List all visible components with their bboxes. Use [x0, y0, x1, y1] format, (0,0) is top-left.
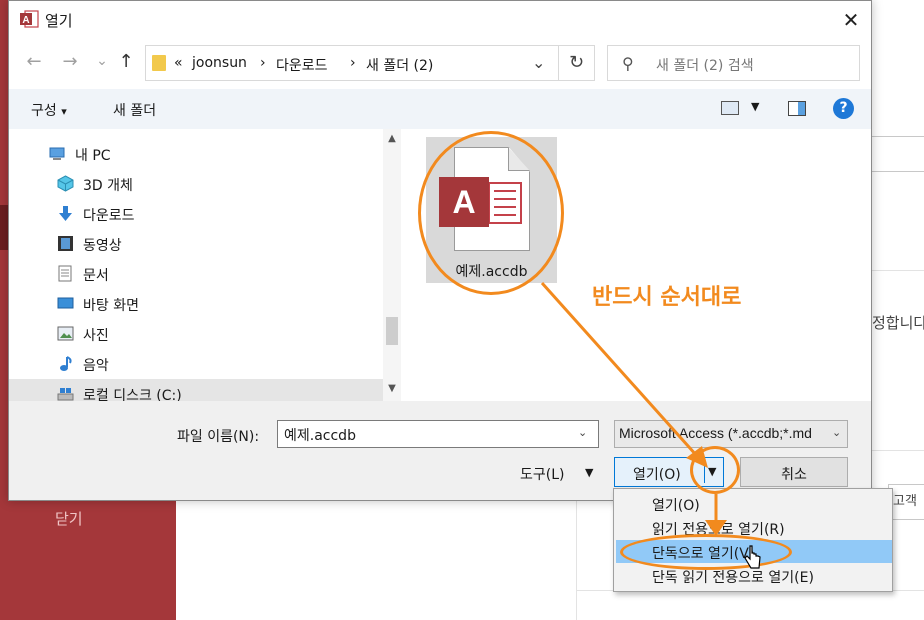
nav-item-downloads[interactable]: 다운로드: [57, 199, 397, 229]
document-icon: [58, 265, 72, 282]
annotation-ring-exclusive: [620, 534, 792, 570]
nav-item-3d-objects[interactable]: 3D 개체: [57, 169, 397, 199]
drive-icon: [57, 388, 74, 401]
chevron-down-icon[interactable]: ⌄: [532, 53, 545, 72]
up-arrow-icon[interactable]: ↑: [115, 51, 137, 72]
music-note-icon: [60, 356, 72, 371]
new-folder-button[interactable]: 새 폴더: [113, 100, 156, 120]
menu-item-label: 열기(O): [652, 498, 700, 514]
open-button-label[interactable]: 열기(O): [633, 464, 681, 484]
download-arrow-icon: [59, 206, 72, 221]
menu-item-open[interactable]: 열기(O): [616, 492, 892, 515]
background-text-fragment: 고객: [893, 494, 917, 509]
annotation-text: 반드시 순서대로: [592, 285, 742, 310]
nav-item-label: 내 PC: [75, 148, 111, 164]
nav-item-label: 3D 개체: [83, 178, 133, 194]
organize-menu-button[interactable]: 구성 ▾: [31, 100, 67, 120]
scrollbar-thumb[interactable]: [386, 317, 398, 345]
help-icon[interactable]: ?: [833, 98, 854, 119]
refresh-icon[interactable]: ↻: [559, 45, 595, 81]
dialog-titlebar[interactable]: A 열기 ✕: [9, 1, 871, 39]
breadcrumb-overflow[interactable]: «: [174, 55, 183, 71]
nav-item-label: 다운로드: [83, 208, 135, 224]
breadcrumb-item[interactable]: 다운로드: [276, 55, 328, 75]
breadcrumb-item[interactable]: 새 폴더 (2): [366, 55, 433, 75]
dialog-title: 열기: [45, 12, 73, 30]
chevron-down-icon[interactable]: ▼: [751, 100, 759, 113]
search-placeholder: 새 폴더 (2) 검색: [656, 58, 754, 74]
nav-item-label: 음악: [83, 358, 109, 374]
background-close-menu-item[interactable]: 닫기: [55, 508, 83, 529]
annotation-ring-file: [418, 131, 564, 295]
nav-item-documents[interactable]: 문서: [57, 259, 397, 289]
search-input[interactable]: ⚲ 새 폴더 (2) 검색: [607, 45, 860, 81]
background-input: [870, 136, 924, 172]
breadcrumb-item[interactable]: joonsun: [192, 55, 247, 71]
preview-pane-icon[interactable]: [788, 101, 806, 116]
picture-icon: [57, 326, 74, 341]
chevron-down-icon[interactable]: ⌄: [832, 426, 841, 439]
recent-locations-icon[interactable]: ⌄: [91, 53, 113, 69]
background-text-fragment: 정합니다: [872, 314, 924, 332]
nav-pane-scrollbar[interactable]: ▲ ▼: [383, 129, 401, 401]
cancel-button[interactable]: 취소: [740, 457, 848, 487]
access-app-icon: A: [20, 10, 39, 28]
file-type-select[interactable]: Microsoft Access (*.accdb;*.md ⌄: [614, 420, 848, 448]
filename-value: 예제.accdb: [284, 428, 356, 444]
nav-item-label: 바탕 화면: [83, 298, 139, 314]
nav-item-videos[interactable]: 동영상: [57, 229, 397, 259]
nav-item-music[interactable]: 음악: [57, 349, 397, 379]
folder-icon: [152, 55, 166, 71]
menu-item-label: 단독 읽기 전용으로 열기(E): [652, 570, 814, 586]
desktop-icon: [57, 297, 74, 309]
organize-label: 구성: [31, 103, 57, 119]
menu-item-open-read-only[interactable]: 읽기 전용으로 열기(R): [616, 516, 892, 539]
filename-input[interactable]: 예제.accdb ⌄: [277, 420, 599, 448]
film-icon: [58, 236, 73, 251]
svg-text:A: A: [22, 15, 29, 26]
nav-item-desktop[interactable]: 바탕 화면: [57, 289, 397, 319]
file-type-value: Microsoft Access (*.accdb;*.md: [619, 425, 812, 441]
filename-label: 파일 이름(N):: [177, 429, 260, 445]
cube-icon: [57, 175, 74, 192]
chevron-down-icon[interactable]: ⌄: [578, 426, 587, 439]
close-icon[interactable]: ✕: [837, 7, 865, 33]
nav-item-this-pc[interactable]: 내 PC: [49, 139, 389, 169]
search-icon: ⚲: [622, 54, 634, 73]
chevron-down-icon[interactable]: ▼: [585, 466, 593, 479]
forward-arrow-icon[interactable]: →: [59, 51, 81, 72]
breadcrumb-separator: ›: [350, 55, 356, 71]
breadcrumb-separator: ›: [260, 55, 266, 71]
nav-item-label: 동영상: [83, 238, 122, 254]
address-bar[interactable]: « joonsun › 다운로드 › 새 폴더 (2) ⌄: [145, 45, 559, 81]
nav-item-pictures[interactable]: 사진: [57, 319, 397, 349]
scroll-down-icon[interactable]: ▼: [383, 383, 401, 394]
navigation-pane: 내 PC 3D 개체 다운로드 동영상 문서 바탕 화면 사진 음악 로컬 디스…: [9, 129, 401, 409]
dialog-footer: 파일 이름(N): 예제.accdb ⌄ Microsoft Access (*…: [9, 401, 871, 500]
computer-icon: [49, 147, 65, 160]
command-toolbar: 구성 ▾ 새 폴더 ▼ ?: [9, 89, 871, 129]
back-arrow-icon[interactable]: ←: [23, 51, 45, 72]
mouse-cursor-icon: [744, 545, 761, 569]
nav-item-label: 사진: [83, 328, 109, 344]
tools-menu-button[interactable]: 도구(L): [520, 464, 564, 484]
cancel-button-label: 취소: [781, 467, 807, 483]
annotation-ring-dropdown: [690, 446, 740, 494]
nav-item-label: 문서: [83, 268, 109, 284]
view-mode-icon[interactable]: [721, 101, 739, 115]
chevron-down-icon: ▾: [61, 105, 67, 118]
scroll-up-icon[interactable]: ▲: [383, 133, 401, 144]
